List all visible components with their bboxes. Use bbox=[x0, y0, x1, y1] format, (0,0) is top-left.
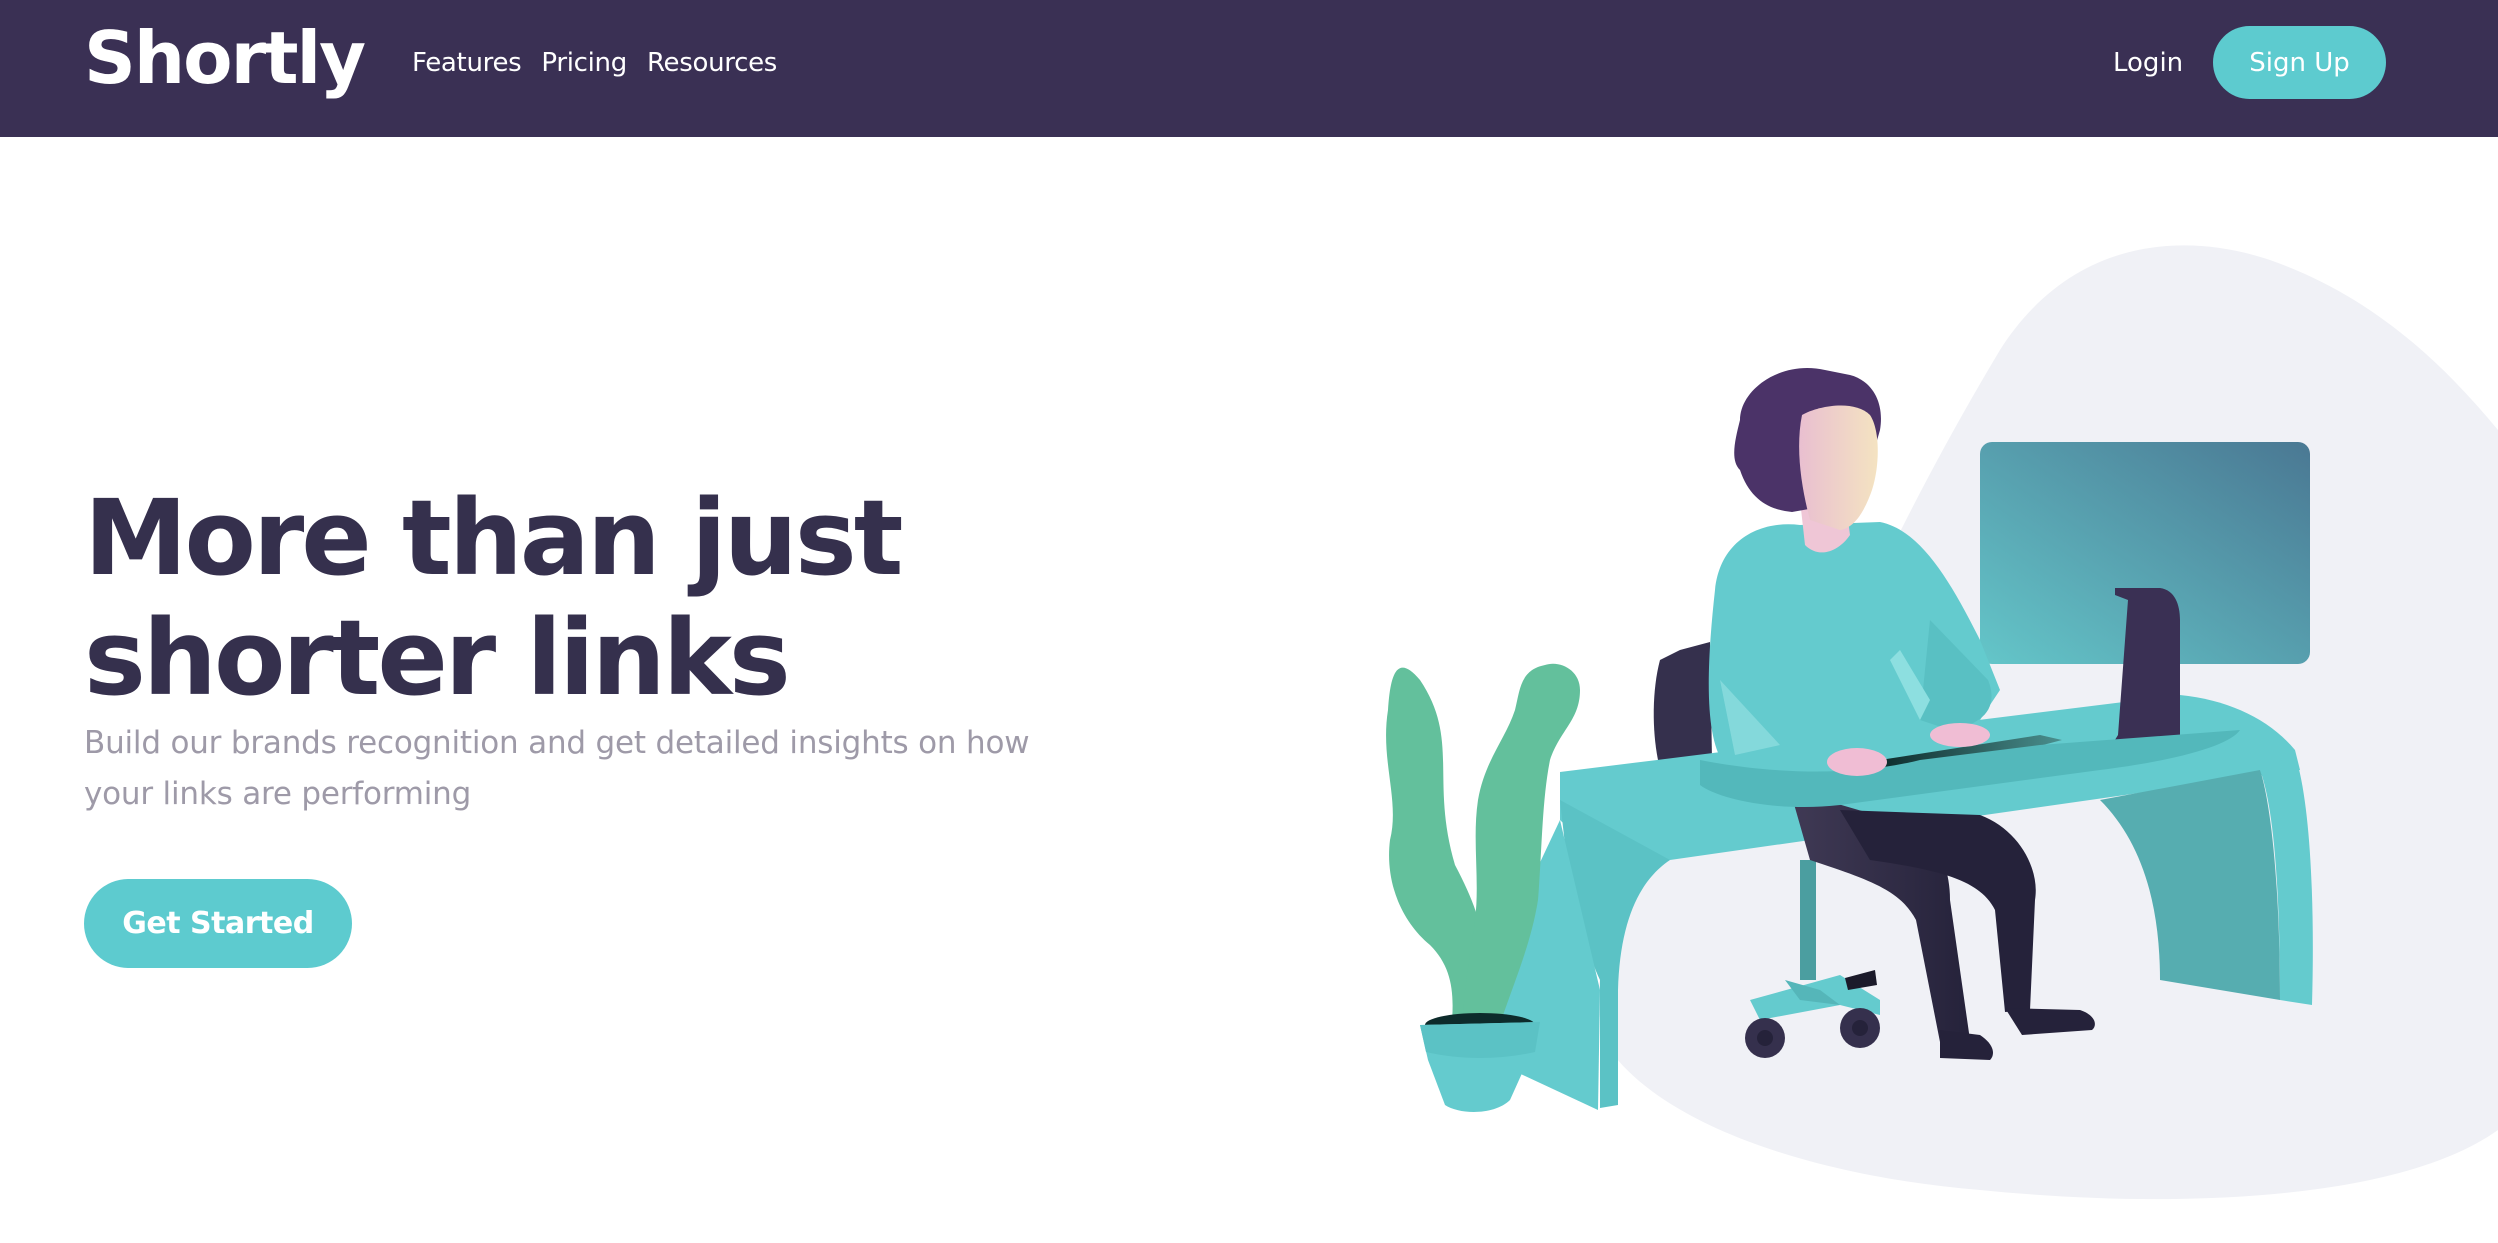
login-link[interactable]: Login bbox=[2113, 44, 2183, 82]
person-working-illustration bbox=[1280, 200, 2498, 1243]
logo[interactable]: Shortly bbox=[84, 8, 366, 108]
person-face bbox=[1799, 405, 1878, 530]
chair-wheel-right-hub bbox=[1852, 1020, 1868, 1036]
primary-nav: Features Pricing Resources bbox=[412, 44, 777, 82]
chair-back bbox=[1653, 642, 1712, 760]
person-hand-right bbox=[1930, 723, 1990, 747]
chair-post bbox=[1800, 860, 1816, 980]
get-started-button[interactable]: Get Started bbox=[84, 879, 352, 968]
hero-title: More than just shorter links bbox=[84, 478, 984, 718]
signup-button[interactable]: Sign Up bbox=[2213, 26, 2386, 99]
person-hand-left bbox=[1827, 748, 1887, 776]
nav-link-features[interactable]: Features bbox=[412, 44, 522, 82]
plant-pot-band bbox=[1420, 1022, 1540, 1058]
hero-subtitle: Build our brands recognition and get det… bbox=[84, 725, 1030, 812]
chair-wheel-left-hub bbox=[1757, 1030, 1773, 1046]
top-navbar: Shortly Features Pricing Resources Login… bbox=[0, 0, 2498, 137]
hero-title-line-2: shorter links bbox=[84, 597, 791, 719]
nav-link-pricing[interactable]: Pricing bbox=[541, 44, 627, 82]
nav-link-resources[interactable]: Resources bbox=[647, 44, 777, 82]
hero-title-line-1: More than just bbox=[84, 477, 903, 599]
